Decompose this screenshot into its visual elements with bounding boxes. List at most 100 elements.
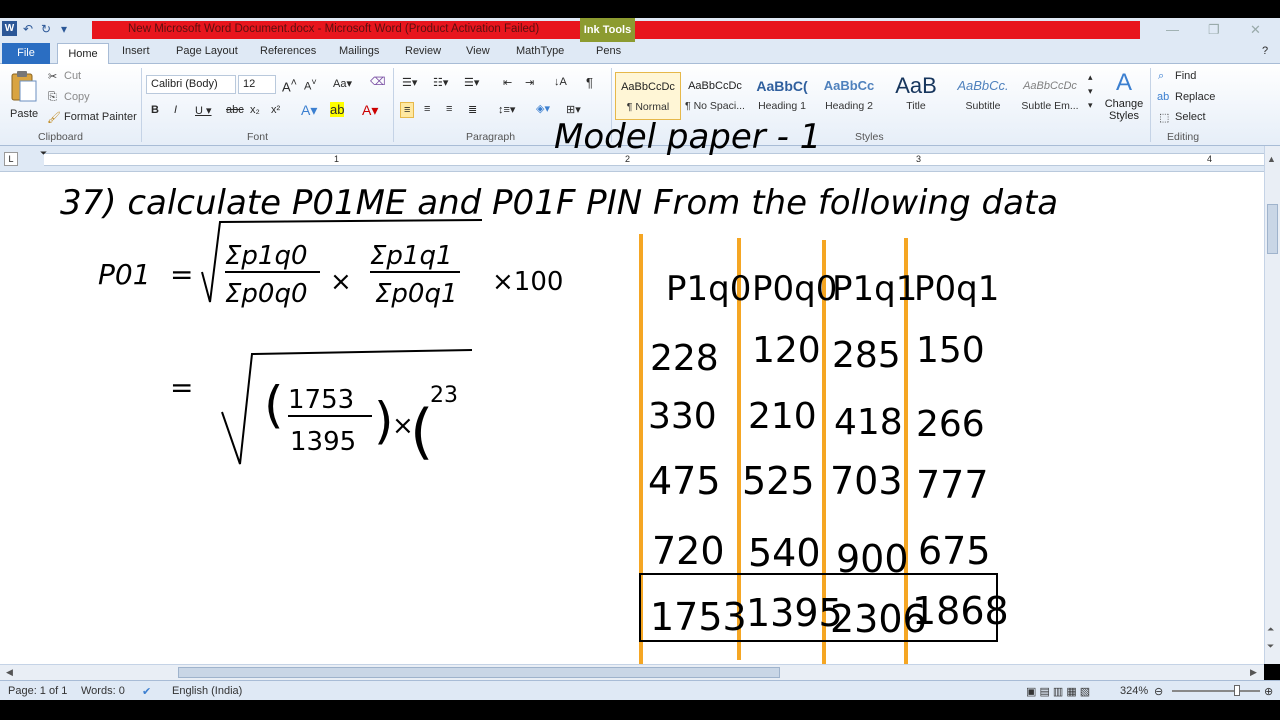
tab-review[interactable]: Review xyxy=(405,45,441,57)
divider xyxy=(393,68,394,142)
question-text: 37) calculate P01ME and P01F PIN From th… xyxy=(60,183,1058,223)
font-family-select[interactable]: Calibri (Body) xyxy=(146,75,236,94)
redo-icon[interactable]: ↻ xyxy=(39,22,53,36)
ruler-number: 4 xyxy=(1207,154,1213,164)
line-spacing-icon[interactable]: ↕≡▾ xyxy=(498,103,515,116)
find-button[interactable]: Find xyxy=(1175,70,1196,82)
zoom-slider-thumb[interactable] xyxy=(1234,685,1240,696)
show-formatting-icon[interactable]: ¶ xyxy=(586,75,593,90)
zoom-level[interactable]: 324% xyxy=(1120,685,1148,697)
undo-icon[interactable]: ↶ xyxy=(21,22,35,36)
bold-icon[interactable]: B xyxy=(151,104,159,116)
justify-icon[interactable]: ≣ xyxy=(468,103,477,116)
horizontal-scrollbar[interactable]: ◀ ▶ xyxy=(0,664,1264,680)
subscript-icon[interactable]: x₂ xyxy=(250,104,260,116)
table-header: P0q1 xyxy=(914,269,999,309)
scrollbar-thumb[interactable] xyxy=(1267,204,1278,254)
proofing-icon[interactable]: ✔ xyxy=(142,685,151,698)
tab-selector-icon[interactable]: L xyxy=(4,152,18,166)
format-painter-button[interactable]: Format Painter xyxy=(64,111,137,123)
word-count[interactable]: Words: 0 xyxy=(81,685,125,697)
tab-file[interactable]: File xyxy=(2,43,50,64)
close-icon[interactable]: ✕ xyxy=(1250,22,1261,38)
scroll-right-icon[interactable]: ▶ xyxy=(1250,667,1257,678)
align-center-icon[interactable]: ≡ xyxy=(424,103,430,115)
ruler-number: 3 xyxy=(916,154,922,164)
cut-button[interactable]: Cut xyxy=(64,70,81,82)
formula-lhs: P01 xyxy=(98,258,151,291)
tab-mathtype[interactable]: MathType xyxy=(516,45,564,57)
decrease-indent-icon[interactable]: ⇤ xyxy=(503,76,512,89)
ink-heading: Model paper - 1 xyxy=(554,117,821,157)
document-page[interactable]: 37) calculate P01ME and P01F PIN From th… xyxy=(0,172,1264,664)
strikethrough-icon[interactable]: abc xyxy=(226,104,244,116)
select-button[interactable]: Select xyxy=(1175,111,1206,123)
window-title: New Microsoft Word Document.docx - Micro… xyxy=(128,23,540,35)
scroll-left-icon[interactable]: ◀ xyxy=(6,667,13,678)
style-sample: AaBbCcDc xyxy=(621,81,675,93)
tab-view[interactable]: View xyxy=(466,45,490,57)
copy-button[interactable]: Copy xyxy=(64,91,90,103)
prev-page-icon[interactable]: ⏶ xyxy=(1267,624,1274,635)
word-logo-icon[interactable]: W xyxy=(2,21,17,36)
shading-icon[interactable]: ◈▾ xyxy=(536,102,550,115)
numbering-icon[interactable]: ☷▾ xyxy=(433,76,448,89)
next-page-icon[interactable]: ⏷ xyxy=(1267,641,1274,652)
tab-references[interactable]: References xyxy=(260,45,316,57)
style-sample: AaB xyxy=(895,73,937,98)
table-total: 1395 xyxy=(746,591,843,635)
sort-icon[interactable]: ↓A xyxy=(554,76,567,88)
tab-home[interactable]: Home xyxy=(57,43,109,65)
ribbon-tabs: File Home Insert Page Layout References … xyxy=(0,42,1280,65)
scrollbar-thumb[interactable] xyxy=(178,667,780,678)
table-cell: 675 xyxy=(918,529,991,573)
table-cell: 777 xyxy=(916,463,989,507)
replace-button[interactable]: Replace xyxy=(1175,91,1215,103)
tab-insert[interactable]: Insert xyxy=(122,45,150,57)
zoom-slider[interactable] xyxy=(1172,690,1260,692)
styles-scroll-icon[interactable]: ▴ ▾ ▾ xyxy=(1088,70,1093,112)
restore-icon[interactable]: ❐ xyxy=(1208,22,1220,38)
style-sample: AaBbCcDc xyxy=(688,80,742,92)
underline-icon[interactable]: U ▾ xyxy=(195,104,212,117)
customize-qat-icon[interactable]: ▾ xyxy=(57,22,71,36)
view-buttons-icon[interactable]: ▣ ▤ ▥ ▦ ▧ xyxy=(1026,685,1090,698)
paste-button[interactable]: Paste xyxy=(6,70,40,128)
grow-font-icon[interactable]: A˄ xyxy=(282,77,297,94)
multilevel-list-icon[interactable]: ☰▾ xyxy=(464,76,479,89)
superscript-icon[interactable]: x² xyxy=(271,104,280,116)
tab-pens[interactable]: Pens xyxy=(596,45,621,57)
font-family-value: Calibri (Body) xyxy=(151,78,218,90)
tab-page-layout[interactable]: Page Layout xyxy=(176,45,238,57)
language-indicator[interactable]: English (India) xyxy=(172,685,242,697)
divider xyxy=(141,68,142,142)
ink-canvas[interactable]: 37) calculate P01ME and P01F PIN From th… xyxy=(20,172,1264,664)
increase-indent-icon[interactable]: ⇥ xyxy=(525,76,534,89)
scroll-up-icon[interactable]: ▲ xyxy=(1267,154,1276,164)
help-icon[interactable]: ? xyxy=(1262,45,1268,57)
zoom-in-icon[interactable]: ⊕ xyxy=(1264,685,1273,698)
align-right-icon[interactable]: ≡ xyxy=(446,103,452,115)
indent-marker-icon[interactable]: ⏷ xyxy=(40,148,47,159)
vertical-scrollbar[interactable]: ▲ ⏶ ⏷ xyxy=(1264,146,1280,664)
align-left-icon[interactable]: ≡ xyxy=(400,102,415,118)
change-styles-button[interactable]: A Change Styles xyxy=(1102,68,1146,128)
shrink-font-icon[interactable]: A˅ xyxy=(304,77,317,93)
font-size-select[interactable]: 12 xyxy=(238,75,276,94)
font-color-icon[interactable]: A▾ xyxy=(362,102,378,119)
style-subtitle[interactable]: AaBbCc. Subtitle xyxy=(950,72,1016,120)
cut-icon: ✂ xyxy=(48,71,58,83)
change-case-icon[interactable]: Aa▾ xyxy=(333,77,352,90)
bullets-icon[interactable]: ☰▾ xyxy=(402,76,417,89)
clear-formatting-icon[interactable]: ⌫ xyxy=(370,75,386,88)
highlight-icon[interactable]: ab xyxy=(330,102,345,117)
style-subtle-emphasis[interactable]: AaBbCcDc Subtle Em... xyxy=(1017,72,1083,120)
formula-times: × xyxy=(330,267,352,297)
table-cell: 228 xyxy=(650,338,719,379)
italic-icon[interactable]: I xyxy=(174,104,177,116)
minimize-icon[interactable]: — xyxy=(1166,22,1179,37)
page-count[interactable]: Page: 1 of 1 xyxy=(8,685,67,697)
tab-mailings[interactable]: Mailings xyxy=(339,45,379,57)
zoom-out-icon[interactable]: ⊖ xyxy=(1154,685,1163,698)
text-effects-icon[interactable]: A▾ xyxy=(301,102,317,119)
